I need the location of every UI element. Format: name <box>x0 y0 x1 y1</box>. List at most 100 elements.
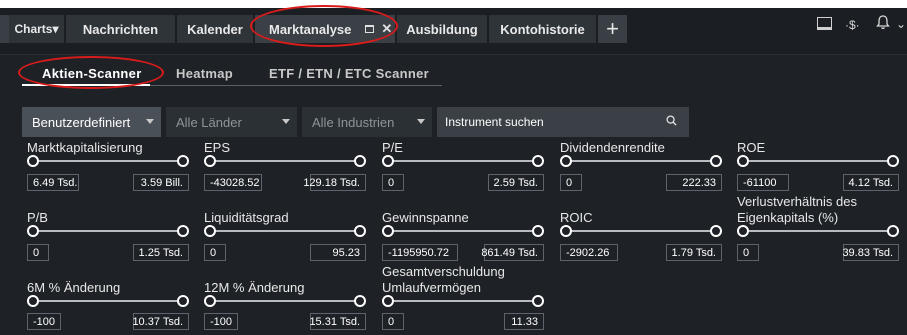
preset-dropdown[interactable]: Benutzerdefiniert <box>22 107 161 137</box>
filter-marktkapitalisierung: Marktkapitalisierung 6.49 Tsd. 3.59 Bill… <box>27 140 189 195</box>
slider-min-handle[interactable] <box>204 155 216 167</box>
min-value-field[interactable]: 0 <box>382 313 404 330</box>
slider-min-handle[interactable] <box>560 155 572 167</box>
range-slider[interactable] <box>27 225 189 237</box>
min-value-field[interactable]: 0 <box>737 244 759 261</box>
max-value-field[interactable]: 2.59 Tsd. <box>488 174 544 191</box>
slider-max-handle[interactable] <box>354 295 366 307</box>
slider-min-handle[interactable] <box>204 225 216 237</box>
filter-label: 12M % Änderung <box>204 280 305 295</box>
filter-roic: ROIC -2902.26 1.79 Tsd. <box>560 210 722 265</box>
range-slider[interactable] <box>560 225 722 237</box>
nav-tab-label: Kalender <box>187 21 243 37</box>
slider-max-handle[interactable] <box>710 225 722 237</box>
slider-min-handle[interactable] <box>204 295 216 307</box>
nav-tab-marktanalyse[interactable]: Marktanalyse ✕ <box>255 15 395 43</box>
range-slider[interactable] <box>382 295 544 307</box>
min-value-field[interactable]: -100 <box>204 313 238 330</box>
slider-max-handle[interactable] <box>354 155 366 167</box>
slider-min-handle[interactable] <box>382 225 394 237</box>
filter-pe: P/E 0 2.59 Tsd. <box>382 140 544 195</box>
range-slider[interactable] <box>737 155 899 167</box>
chevron-down-icon[interactable]: ⌄ <box>896 17 906 31</box>
range-slider[interactable] <box>737 225 899 237</box>
min-value-field[interactable]: 0 <box>382 174 404 191</box>
instrument-search-input[interactable]: Instrument suchen <box>437 107 689 137</box>
slider-max-handle[interactable] <box>177 225 189 237</box>
max-value-field[interactable]: 861.49 Tsd. <box>481 244 544 261</box>
range-slider[interactable] <box>560 155 722 167</box>
search-icon[interactable] <box>666 115 677 126</box>
max-value-field[interactable]: 4.12 Tsd. <box>843 174 899 191</box>
filter-label: ROIC <box>560 210 593 225</box>
close-icon[interactable]: ✕ <box>381 21 392 37</box>
min-value-field[interactable]: -1195950.72 <box>382 244 458 261</box>
filter-pb: P/B 0 1.25 Tsd. <box>27 210 189 265</box>
subtab-aktien-scanner[interactable]: Aktien-Scanner <box>42 66 142 81</box>
nav-tab-kalender[interactable]: Kalender <box>177 15 253 43</box>
slider-min-handle[interactable] <box>382 295 394 307</box>
range-slider[interactable] <box>204 155 366 167</box>
range-slider[interactable] <box>27 295 189 307</box>
max-value-field[interactable]: 39.83 Tsd. <box>842 244 899 261</box>
slider-max-handle[interactable] <box>532 155 544 167</box>
industries-dropdown[interactable]: Alle Industrien <box>302 107 432 137</box>
subtab-heatmap[interactable]: Heatmap <box>176 66 233 81</box>
dollar-exchange-icon[interactable]: ·$· <box>845 18 860 32</box>
max-value-field[interactable]: 222.33 <box>666 174 722 191</box>
range-slider[interactable] <box>204 295 366 307</box>
range-slider[interactable] <box>382 155 544 167</box>
nav-tab-nachrichten[interactable]: Nachrichten <box>66 15 175 43</box>
range-slider[interactable] <box>27 155 189 167</box>
range-slider[interactable] <box>204 225 366 237</box>
slider-min-handle[interactable] <box>27 155 39 167</box>
slider-max-handle[interactable] <box>710 155 722 167</box>
slider-max-handle[interactable] <box>532 295 544 307</box>
countries-label: Alle Länder <box>176 114 242 130</box>
slider-min-handle[interactable] <box>560 225 572 237</box>
max-value-field[interactable]: 1.25 Tsd. <box>133 244 189 261</box>
min-value-field[interactable]: 0 <box>204 244 226 261</box>
filter-label: P/B <box>27 210 48 225</box>
plus-icon: + <box>606 16 619 41</box>
countries-dropdown[interactable]: Alle Länder <box>166 107 297 137</box>
slider-max-handle[interactable] <box>354 225 366 237</box>
filter-label: Gewinnspanne <box>382 210 469 225</box>
add-tab-button[interactable]: + <box>598 15 627 43</box>
min-value-field[interactable]: -2902.26 <box>560 244 618 261</box>
bell-icon[interactable] <box>876 15 890 34</box>
slider-max-handle[interactable] <box>177 155 189 167</box>
slider-max-handle[interactable] <box>177 295 189 307</box>
max-value-field[interactable]: 129.18 Tsd. <box>303 174 366 191</box>
range-slider[interactable] <box>382 225 544 237</box>
max-value-field[interactable]: 10.37 Tsd. <box>132 313 189 330</box>
min-value-field[interactable]: 6.49 Tsd. <box>27 174 79 191</box>
nav-tab-charts[interactable]: Charts▾ <box>9 15 64 43</box>
slider-max-handle[interactable] <box>887 155 899 167</box>
max-value-field[interactable]: 3.59 Bill. <box>133 174 189 191</box>
window-restore-icon[interactable] <box>365 25 375 33</box>
nav-tab-kontohistorie[interactable]: Kontohistorie <box>489 15 596 43</box>
min-value-field[interactable]: -43028.52 <box>204 174 262 191</box>
max-value-field[interactable]: 95.23 <box>310 244 366 261</box>
slider-min-handle[interactable] <box>382 155 394 167</box>
max-value-field[interactable]: 11.33 <box>504 313 544 330</box>
max-value-field[interactable]: 15.31 Tsd. <box>309 313 366 330</box>
subtab-etf-scanner[interactable]: ETF / ETN / ETC Scanner <box>269 66 429 81</box>
min-value-field[interactable]: 0 <box>560 174 582 191</box>
slider-max-handle[interactable] <box>532 225 544 237</box>
slider-min-handle[interactable] <box>737 225 749 237</box>
min-value-field[interactable]: 0 <box>27 244 49 261</box>
slider-min-handle[interactable] <box>27 225 39 237</box>
filter-label-line2: Eigenkapitals (%) <box>737 210 839 225</box>
nav-tab-ausbildung[interactable]: Ausbildung <box>397 15 487 43</box>
top-white-strip <box>0 0 907 8</box>
filter-6m-aenderung: 6M % Änderung -100 10.37 Tsd. <box>27 280 189 335</box>
min-value-field[interactable]: -100 <box>27 313 61 330</box>
layout-icon[interactable] <box>817 17 832 30</box>
slider-min-handle[interactable] <box>27 295 39 307</box>
slider-max-handle[interactable] <box>887 225 899 237</box>
slider-min-handle[interactable] <box>737 155 749 167</box>
max-value-field[interactable]: 1.79 Tsd. <box>666 244 722 261</box>
min-value-field[interactable]: -61100 <box>737 174 789 191</box>
